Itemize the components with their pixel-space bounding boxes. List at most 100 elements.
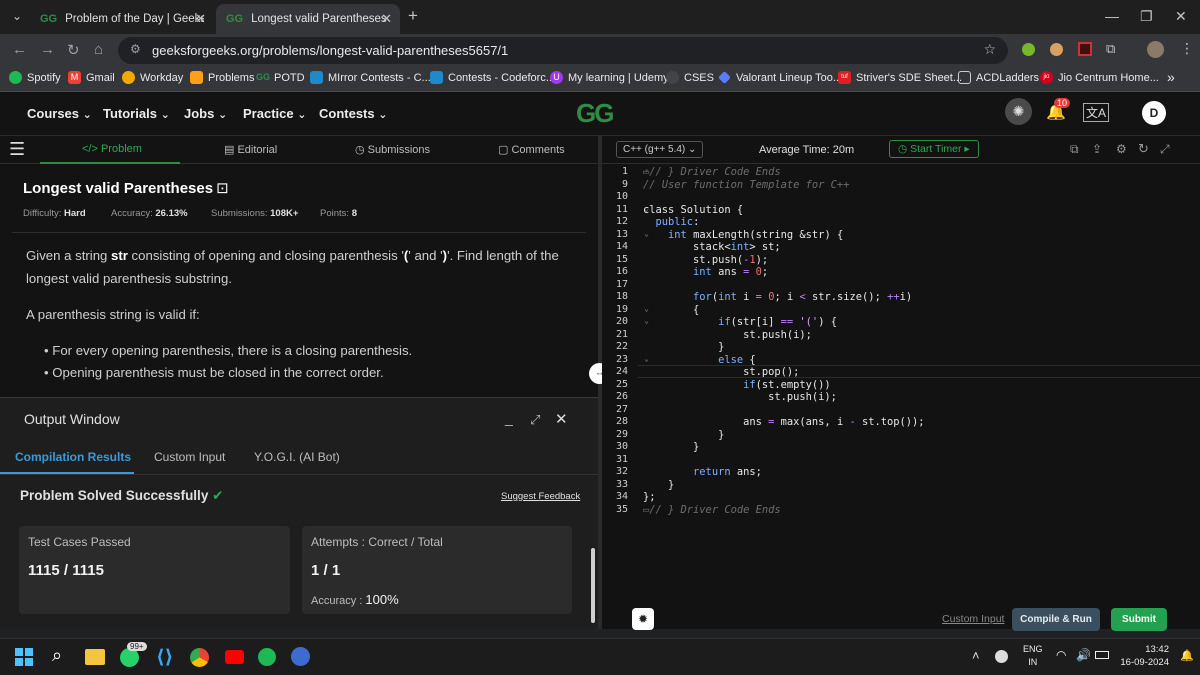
extensions-puzzle-icon[interactable]: ⧉ xyxy=(1106,41,1115,57)
back-icon[interactable]: ← xyxy=(12,41,27,58)
extension-plus-icon[interactable] xyxy=(1022,43,1035,56)
compile-run-button[interactable]: Compile & Run xyxy=(1012,608,1100,631)
tab-problem[interactable]: </> Problem xyxy=(82,143,142,155)
browser-tab-potd[interactable]: GG Problem of the Day | GeeksforG ✕ xyxy=(30,4,214,34)
home-icon[interactable]: ⌂ xyxy=(94,41,103,58)
site-info-icon[interactable]: ⚙ xyxy=(130,42,141,56)
user-avatar[interactable]: D xyxy=(1142,101,1166,125)
custom-input-link[interactable]: Custom Input xyxy=(942,613,1004,625)
bookmark-valorant[interactable]: Valorant Lineup Too... xyxy=(718,71,842,84)
app-icon[interactable] xyxy=(291,647,310,666)
code-line: stack<int> st; xyxy=(643,241,781,253)
line-number: 35 xyxy=(615,503,628,515)
bookmark-problems[interactable]: Problems xyxy=(190,71,254,84)
hamburger-menu-icon[interactable]: ☰ xyxy=(9,139,25,160)
lightbulb-icon[interactable]: ✹ xyxy=(632,608,654,630)
minimize-icon[interactable]: — xyxy=(1105,8,1119,24)
close-tab-icon[interactable]: ✕ xyxy=(381,11,392,27)
theme-toggle-button[interactable]: ✺ xyxy=(1005,98,1032,125)
wifi-icon[interactable]: ◠ xyxy=(1056,648,1066,662)
output-window: Output Window _ ⤢ ✕ Compilation Results … xyxy=(0,397,598,629)
bookmark-spotify[interactable]: Spotify xyxy=(9,71,61,84)
tab-compilation-results[interactable]: Compilation Results xyxy=(15,450,131,464)
search-icon[interactable]: ⌕ xyxy=(52,645,62,666)
gfg-logo[interactable]: GG xyxy=(576,98,614,129)
windows-start-icon[interactable] xyxy=(15,648,33,666)
line-number: 16 xyxy=(615,266,628,277)
reload-icon[interactable]: ↻ xyxy=(67,41,80,59)
tray-app-icon[interactable] xyxy=(995,650,1008,663)
file-explorer-icon[interactable] xyxy=(85,649,105,665)
bookmark-striver[interactable]: tuf Striver's SDE Sheet... xyxy=(838,71,962,84)
output-scrollbar[interactable] xyxy=(591,548,595,623)
diamond-icon xyxy=(718,71,731,84)
tab-editorial[interactable]: ▤ Editorial xyxy=(224,143,277,156)
extension-face-icon[interactable] xyxy=(1050,43,1063,56)
notifications-bell-icon[interactable]: 🔔 xyxy=(1180,649,1194,662)
volume-icon[interactable]: 🔊 xyxy=(1076,648,1091,662)
bookmarks-overflow-button[interactable]: » xyxy=(1167,69,1175,85)
submit-button[interactable]: Submit xyxy=(1111,608,1167,631)
menu-practice[interactable]: Practice ⌄ xyxy=(243,106,306,121)
windows-taskbar: ⌕ 99+ ⟨⟩ ˄ ENG IN ◠ 🔊 13:42 16-09-2024 🔔 xyxy=(0,638,1200,675)
chevron-down-icon: ⌄ xyxy=(82,109,92,121)
tab-comments[interactable]: ▢ Comments xyxy=(498,143,565,156)
tab-search-icon[interactable]: ⌄ xyxy=(12,9,22,23)
translate-icon[interactable]: 文A xyxy=(1083,103,1110,122)
tab-yogi-ai-bot[interactable]: Y.O.G.I. (AI Bot) xyxy=(254,450,340,464)
line-number: 25 xyxy=(615,378,628,390)
bookmark-jio[interactable]: jio Jio Centrum Home... xyxy=(1040,71,1159,84)
browser-tab-strip: ⌄ GG Problem of the Day | GeeksforG ✕ GG… xyxy=(0,0,1200,34)
bookmark-acdladders[interactable]: ACDLadders xyxy=(958,71,1039,84)
chevron-up-icon[interactable]: ˄ xyxy=(972,648,980,663)
browser-tab-active[interactable]: GG Longest valid Parentheses | Prac ✕ xyxy=(216,4,400,34)
code-area[interactable]: 1 › ▭// } Driver Code Ends 9// User functio… xyxy=(602,136,1200,536)
profile-avatar-icon[interactable] xyxy=(1147,41,1164,58)
code-line: } xyxy=(643,428,725,441)
tab-submissions[interactable]: ◷ Submissions xyxy=(355,143,430,156)
minimize-icon[interactable]: _ xyxy=(505,410,513,426)
bookmark-potd[interactable]: GG POTD xyxy=(256,71,305,84)
bookmark-mirror-contests[interactable]: MIrror Contests - C... xyxy=(310,71,431,84)
address-bar[interactable]: ⚙ geeksforgeeks.org/problems/longest-val… xyxy=(118,37,1008,64)
youtube-icon[interactable] xyxy=(225,650,244,664)
tab-custom-input[interactable]: Custom Input xyxy=(154,450,225,464)
bookmark-contests-codeforces[interactable]: Contests - Codeforc... xyxy=(430,71,555,84)
chevron-down-icon: ⌄ xyxy=(217,109,228,121)
menu-courses[interactable]: Courses ⌄ xyxy=(27,106,92,121)
extension-red-icon[interactable] xyxy=(1078,42,1092,56)
bookmark-label: Problems xyxy=(208,71,255,84)
forward-icon[interactable]: → xyxy=(40,41,55,58)
menu-jobs[interactable]: Jobs ⌄ xyxy=(184,106,227,121)
menu-contests[interactable]: Contests ⌄ xyxy=(319,106,387,121)
bookmark-star-icon[interactable]: ☆ xyxy=(983,41,996,58)
close-icon[interactable]: ✕ xyxy=(555,410,568,428)
tab-title: Longest valid Parentheses | Prac xyxy=(251,13,389,25)
bookmarks-bar: Spotify M Gmail Workday Problems GG POTD M… xyxy=(0,66,1200,92)
vscode-icon[interactable]: ⟨⟩ xyxy=(156,646,173,669)
bookmark-udemy[interactable]: U My learning | Udemy xyxy=(550,71,669,84)
bookmark-gmail[interactable]: M Gmail xyxy=(68,71,115,84)
problem-description: Given a string str consisting of opening… xyxy=(26,248,559,286)
battery-icon[interactable] xyxy=(1095,651,1109,659)
spotify-icon[interactable] xyxy=(258,648,276,666)
language-indicator[interactable]: ENG IN xyxy=(1023,643,1043,669)
line-number: 33 xyxy=(615,478,628,490)
restore-icon[interactable]: ❐ xyxy=(1140,8,1153,25)
suggest-feedback-link[interactable]: Suggest Feedback xyxy=(501,491,580,502)
expand-icon[interactable]: ⤢ xyxy=(530,412,540,428)
browser-menu-icon[interactable]: ⋮ xyxy=(1180,40,1194,57)
chrome-icon[interactable] xyxy=(190,648,209,667)
bookmark-icon[interactable]: ⊡ xyxy=(216,180,229,197)
new-tab-button[interactable]: + xyxy=(408,6,418,26)
menu-tutorials[interactable]: Tutorials ⌄ xyxy=(103,106,170,121)
close-window-icon[interactable]: ✕ xyxy=(1175,8,1187,25)
clock[interactable]: 13:42 16-09-2024 xyxy=(1117,643,1169,669)
close-tab-icon[interactable]: ✕ xyxy=(195,11,206,27)
bookmark-workday[interactable]: Workday xyxy=(122,71,183,84)
bookmark-cses[interactable]: CSES xyxy=(666,71,714,84)
line-number: 24 xyxy=(615,366,628,377)
code-line: ans = max(ans, i - st.top()); xyxy=(643,416,925,428)
test-cases-card: Test Cases Passed 1115 / 1115 xyxy=(19,526,290,614)
problem-tabs: ☰ </> Problem ▤ Editorial ◷ Submissions … xyxy=(0,136,598,164)
